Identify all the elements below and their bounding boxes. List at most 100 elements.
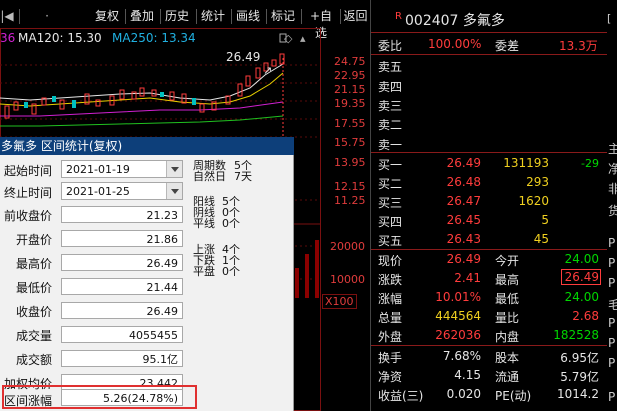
volume-tick: 10000 [330,273,365,286]
bid-label[interactable]: 买五 [378,232,402,249]
toolbar-divider [231,9,232,24]
stat-value: 26.49 [446,252,481,266]
bid-label[interactable]: 买三 [378,194,402,211]
stat-value: 444564 [435,309,481,323]
bid-price[interactable]: 26.47 [433,194,481,208]
toolbar-divider [196,9,197,24]
price-tick: 24.75 [334,55,366,68]
bid-volume: 1620 [518,194,549,208]
stat-value-high: 26.49 [61,254,183,271]
edge-text: P [608,356,616,370]
right-edge-panel: [ 主 净 非 货 P P P 毛 P P P P [607,0,617,411]
fund-label: PE(动) [495,389,532,403]
bid-label[interactable]: 买一 [378,156,402,173]
peak-price-label: 26.49 [226,50,261,64]
toolbar-button-restore[interactable]: 复权 [93,8,121,25]
toolbar-divider [301,9,302,24]
stock-code-name: 002407 多氟多 [405,13,505,29]
bid-label[interactable]: 买四 [378,213,402,230]
divider [371,249,607,250]
stat-value-interval-change: 5.26(24.78%) [61,389,183,406]
dialog-title[interactable]: 多氟多 区间统计(复权) [0,137,294,155]
end-time-select[interactable]: 2021-01-25 [61,182,183,200]
stat-label: 量比 [495,311,520,325]
fund-label: 股本 [495,351,520,365]
start-time-select[interactable]: 2021-01-19 [61,160,183,178]
bid-change: -29 [581,157,599,170]
edge-bracket-icon: [ [607,12,612,25]
bid-volume: 293 [526,175,549,189]
level-label: 平盘 [193,265,215,278]
stat-label: 今开 [495,254,520,268]
stat-label: 最低 [495,292,520,306]
stat-value: 262036 [435,328,481,342]
stat-value: 26.49 [561,269,601,285]
toolbar-left-arrow-icon[interactable]: |◀ [0,8,14,25]
stat-label-interval-change: 区间涨幅 [4,394,53,408]
edge-text: P [608,276,616,290]
toolbar-button-draw[interactable]: 画线 [234,8,262,25]
divider [371,152,607,153]
price-tick: 12.15 [334,180,366,193]
ma-line-green [0,115,284,127]
fund-value: 4.15 [454,368,481,382]
stat-value: 10.01% [435,290,481,304]
bid-price[interactable]: 26.43 [433,232,481,246]
ask-label[interactable]: 卖四 [378,78,402,95]
bid-price[interactable]: 26.49 [433,156,481,170]
ask-label[interactable]: 卖五 [378,58,402,75]
edge-text: P [608,236,616,250]
end-time-label: 终止时间 [4,186,53,200]
natural-days-value: 7天 [234,170,252,183]
price-tick: 21.15 [334,83,366,96]
stat-value-amount: 95.1亿 [61,350,183,367]
bid-volume: 5 [541,213,549,227]
ma-line-white [0,63,284,101]
chart-expand-icon[interactable]: ◇ [284,32,292,45]
ask-label[interactable]: 卖二 [378,116,402,133]
toolbar-button-back[interactable]: 返回 [342,8,369,25]
divider [371,54,607,55]
chart-toolbar: |◀ · 复权 叠加 历史 统计 画线 标记 +自选 返回 [0,0,370,40]
chart-scroll-icon[interactable]: ▴ [300,32,306,45]
bid-label[interactable]: 买二 [378,175,402,192]
price-tick: 15.75 [334,136,366,149]
edge-text: 净 [608,162,617,176]
toolbar-button-mark[interactable]: 标记 [269,8,297,25]
chevron-down-icon[interactable] [166,183,182,199]
stat-value-prev-close: 21.23 [61,206,183,223]
toolbar-button-stats[interactable]: 统计 [199,8,227,25]
edge-text: P [608,316,616,330]
toolbar-divider [340,9,341,24]
toolbar-button-overlay[interactable]: 叠加 [128,8,156,25]
stat-value-open: 21.86 [61,230,183,247]
quote-panel: R 002407 多氟多 委比 100.00% 委差 13.3万 卖五 卖四 卖… [370,0,607,411]
bid-price[interactable]: 26.48 [433,175,481,189]
natural-days-label: 自然日 [193,170,226,183]
ask-label[interactable]: 卖一 [378,136,402,153]
volume-tick: 20000 [330,240,365,253]
toolbar-button-watchlist[interactable]: +自选 [304,8,338,40]
bid-price[interactable]: 26.45 [433,213,481,227]
end-time-value: 2021-01-25 [66,185,130,198]
bid-volume: 45 [533,232,549,246]
weicha-label: 委差 [495,39,520,53]
edge-text: 主 [608,142,617,156]
level-value: 0个 [222,265,240,278]
ask-label[interactable]: 卖三 [378,97,402,114]
toolbar-divider [19,9,20,24]
edge-text: P [608,256,616,270]
stat-value-close: 26.49 [61,302,183,319]
stat-value: 2.68 [572,309,599,323]
edge-text: P [608,390,616,404]
price-tick: 13.95 [334,156,366,169]
fund-label: 流通 [495,370,520,384]
edge-text: 毛 [608,298,617,312]
flat-line-value: 0个 [222,217,240,230]
chevron-down-icon[interactable] [166,161,182,177]
stat-label: 外盘 [378,330,403,344]
stat-label-prev-close: 前收盘价 [4,209,53,223]
toolbar-divider [125,9,126,24]
toolbar-divider [160,9,161,24]
toolbar-button-history[interactable]: 历史 [163,8,191,25]
